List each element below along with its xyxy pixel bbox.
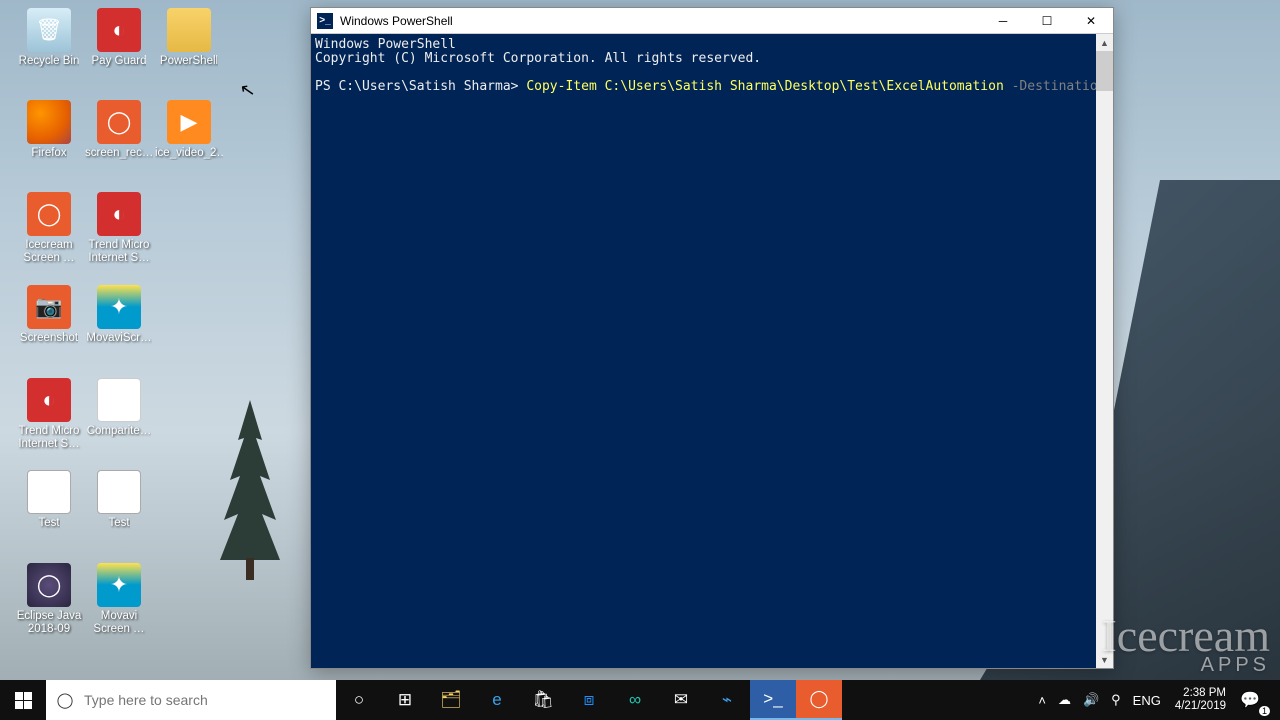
taskbar-dropbox[interactable]: ⧈ <box>566 680 612 720</box>
desktop-icon-powershell[interactable]: PowerShell <box>155 8 223 68</box>
windows-logo-icon <box>15 692 32 709</box>
icon-label: Pay Guard <box>92 55 147 68</box>
taskbar-explorer[interactable]: 🗂 <box>428 680 474 720</box>
app-icon <box>27 100 71 144</box>
icon-label: PowerShell <box>160 55 218 68</box>
icon-label: ice_video_2… <box>155 147 223 160</box>
desktop-icon-recycle-bin[interactable]: 🗑 Recycle Bin <box>15 8 83 68</box>
icon-label: Firefox <box>31 147 66 160</box>
ps-header-1: Windows PowerShell <box>315 37 456 52</box>
scroll-thumb[interactable] <box>1096 51 1113 91</box>
notif-badge: 1 <box>1259 706 1270 716</box>
scroll-up-icon[interactable]: ▲ <box>1096 34 1113 51</box>
taskbar-icecream[interactable]: ◯ <box>796 680 842 720</box>
system-tray: ˄ ☁ 🔊 ⚲ ENG 2:38 PM 4/21/2019 💬1 <box>1032 680 1280 720</box>
ps-cmdlet: Copy-Item <box>526 79 596 94</box>
taskbar-vscode[interactable]: ⌁ <box>704 680 750 720</box>
icon-label: Trend Micro Internet S… <box>85 239 153 265</box>
app-icon: PDF <box>97 378 141 422</box>
start-button[interactable] <box>0 680 46 720</box>
icon-label: MovaviScr… <box>86 332 151 345</box>
app-icon: 📷 <box>27 285 71 329</box>
powershell-window: >_ Windows PowerShell ─ ☐ ✕ Windows Powe… <box>310 7 1114 669</box>
ps-header-2: Copyright (C) Microsoft Corporation. All… <box>315 51 761 66</box>
taskbar-search[interactable]: ◯ <box>46 680 336 720</box>
tray-notifications[interactable]: 💬1 <box>1234 680 1274 720</box>
desktop-icon-trend-micro-internet-s[interactable]: ◐ Trend Micro Internet S… <box>85 192 153 265</box>
desktop-icon-pay-guard[interactable]: ◐ Pay Guard <box>85 8 153 68</box>
tray-language[interactable]: ENG <box>1127 680 1167 720</box>
desktop-icon-screenshot[interactable]: 📷 Screenshot <box>15 285 83 345</box>
ps-arg: C:\Users\Satish Sharma\Desktop\Test\Exce… <box>597 79 1012 94</box>
taskbar-powershell[interactable]: >_ <box>750 680 796 720</box>
minimize-button[interactable]: ─ <box>981 8 1025 34</box>
desktop-icon-ice-video-2[interactable]: ▶ ice_video_2… <box>155 100 223 160</box>
tray-volume-icon[interactable]: 🔊 <box>1077 680 1105 720</box>
terminal-body[interactable]: Windows PowerShell Copyright (C) Microso… <box>311 34 1113 98</box>
search-input[interactable] <box>84 692 336 708</box>
app-icon: ▶ <box>167 100 211 144</box>
app-icon: ◯ <box>97 100 141 144</box>
icon-label: Recycle Bin <box>19 55 80 68</box>
clock-date: 4/21/2019 <box>1175 700 1226 713</box>
tray-chevron-icon[interactable]: ˄ <box>1032 680 1052 720</box>
icon-label: Movavi Screen … <box>85 610 153 636</box>
app-icon: ◯ <box>27 192 71 236</box>
taskbar-arduino[interactable]: ∞ <box>612 680 658 720</box>
desktop-icon-firefox[interactable]: Firefox <box>15 100 83 160</box>
taskbar: ◯ ○ ⊞ 🗂 e 🛍 ⧈ ∞ ✉ ⌁ >_ ◯ ˄ ☁ 🔊 ⚲ ENG 2:3… <box>0 680 1280 720</box>
cortana-button[interactable]: ○ <box>336 680 382 720</box>
app-icon: ◯ <box>27 563 71 607</box>
desktop-icon-screen-rec[interactable]: ◯ screen_rec… <box>85 100 153 160</box>
window-title: Windows PowerShell <box>340 14 981 28</box>
clock-time: 2:38 PM <box>1175 687 1226 700</box>
icon-label: Test <box>108 517 129 530</box>
icon-label: Test <box>38 517 59 530</box>
tray-onedrive-icon[interactable]: ☁ <box>1052 680 1077 720</box>
taskbar-edge[interactable]: e <box>474 680 520 720</box>
app-icon: 🗑 <box>27 8 71 52</box>
icon-label: Eclipse Java 2018-09 <box>15 610 83 636</box>
taskbar-store[interactable]: 🛍 <box>520 680 566 720</box>
icon-label: Icecream Screen … <box>15 239 83 265</box>
icon-label: Comparite… <box>87 425 152 438</box>
app-icon: ≣ <box>27 470 71 514</box>
search-icon: ◯ <box>46 691 84 709</box>
icon-label: Screenshot <box>20 332 78 345</box>
scroll-down-icon[interactable]: ▼ <box>1096 651 1113 668</box>
desktop-icon-icecream-screen[interactable]: ◯ Icecream Screen … <box>15 192 83 265</box>
task-view-button[interactable]: ⊞ <box>382 680 428 720</box>
ps-prompt: PS C:\Users\Satish Sharma> <box>315 79 526 94</box>
ps-param: -Destination <box>1012 79 1106 94</box>
close-button[interactable]: ✕ <box>1069 8 1113 34</box>
icon-label: Trend Micro Internet S… <box>15 425 83 451</box>
titlebar[interactable]: >_ Windows PowerShell ─ ☐ ✕ <box>311 8 1113 34</box>
app-icon <box>167 8 211 52</box>
app-icon: ✦ <box>97 285 141 329</box>
powershell-icon: >_ <box>317 13 333 29</box>
desktop-icon-trend-micro-internet-s[interactable]: ◐ Trend Micro Internet S… <box>15 378 83 451</box>
maximize-button[interactable]: ☐ <box>1025 8 1069 34</box>
scroll-track[interactable] <box>1096 91 1113 651</box>
app-icon: ◐ <box>27 378 71 422</box>
desktop-icon-movaviscr[interactable]: ✦ MovaviScr… <box>85 285 153 345</box>
tray-network-icon[interactable]: ⚲ <box>1105 680 1127 720</box>
desktop-icon-test[interactable]: ≣ Test <box>85 470 153 530</box>
taskbar-mail[interactable]: ✉ <box>658 680 704 720</box>
tray-clock[interactable]: 2:38 PM 4/21/2019 <box>1167 687 1234 713</box>
desktop-icon-test[interactable]: ≣ Test <box>15 470 83 530</box>
app-icon: ✦ <box>97 563 141 607</box>
app-icon: ◐ <box>97 8 141 52</box>
desktop-icon-comparite[interactable]: PDF Comparite… <box>85 378 153 438</box>
desktop-icon-eclipse-java-2018-09[interactable]: ◯ Eclipse Java 2018-09 <box>15 563 83 636</box>
icon-label: screen_rec… <box>85 147 153 160</box>
taskbar-spacer <box>842 680 1032 720</box>
desktop-icon-movavi-screen[interactable]: ✦ Movavi Screen … <box>85 563 153 636</box>
app-icon: ◐ <box>97 192 141 236</box>
app-icon: ≣ <box>97 470 141 514</box>
scrollbar[interactable]: ▲ ▼ <box>1096 34 1113 668</box>
